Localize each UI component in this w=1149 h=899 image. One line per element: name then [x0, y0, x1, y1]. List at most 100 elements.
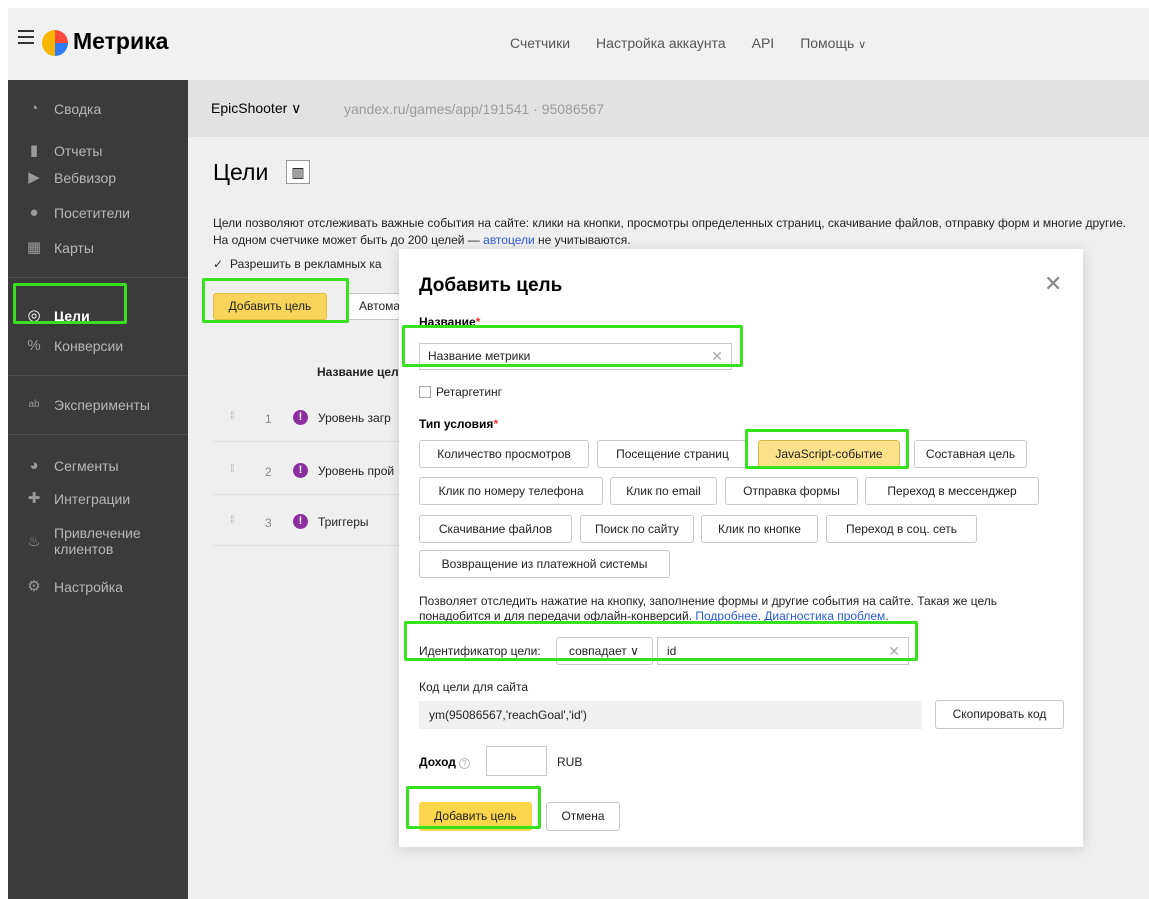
- sidebar-item-label: Отчеты: [54, 143, 103, 159]
- page-description-tail: не учитываются.: [534, 233, 631, 247]
- percent-icon: %: [27, 337, 41, 354]
- puzzle-icon: ✚: [27, 490, 41, 507]
- nav-api[interactable]: API: [752, 35, 775, 51]
- chevron-down-icon: ∨: [858, 39, 867, 51]
- sidebar-item-label-line1: Привлечение: [54, 525, 141, 541]
- drag-handle-icon[interactable]: ⁞⁞: [230, 464, 234, 475]
- sidebar-item-visitors[interactable]: ● Посетители: [8, 201, 188, 225]
- autogoals-link[interactable]: автоцели: [483, 233, 535, 247]
- sidebar-item-label: Эксперименты: [54, 397, 150, 413]
- highlight-js-event: [745, 429, 909, 469]
- sidebar-item-label: Конверсии: [54, 338, 124, 354]
- sidebar-divider: [8, 277, 188, 278]
- dialog-title: Добавить цель: [419, 275, 563, 296]
- condition-description: Позволяет отследить нажатие на кнопку, з…: [419, 594, 998, 623]
- site-code-box[interactable]: ym(95086567,'reachGoal','id'): [419, 701, 922, 729]
- type-pageviews-button[interactable]: Количество просмотров: [419, 440, 589, 468]
- highlight-add-goal-button: [202, 278, 349, 323]
- counter-url: yandex.ru/games/app/191541 · 95086567: [344, 101, 604, 117]
- highlight-identifier-row: [404, 621, 918, 661]
- copy-code-button[interactable]: Скопировать код: [935, 700, 1064, 729]
- close-icon[interactable]: ✕: [1044, 271, 1062, 297]
- row-divider: [213, 441, 413, 442]
- top-bar: Метрика Счетчики Настройка аккаунта API …: [8, 8, 1149, 80]
- menu-icon[interactable]: [18, 30, 34, 48]
- goal-number: 3: [265, 516, 272, 530]
- sidebar-item-conversions[interactable]: % Конверсии: [8, 334, 188, 358]
- table-row[interactable]: ⁞⁞ 2 ! Уровень прой: [213, 460, 413, 484]
- map-icon: ▦: [26, 239, 42, 256]
- sidebar-item-acquisition[interactable]: ♨ Привлечение клиентов: [8, 524, 188, 560]
- currency-label: RUB: [557, 755, 583, 769]
- sidebar-divider: [8, 375, 188, 376]
- sidebar-item-integrations[interactable]: ✚ Интеграции: [8, 487, 188, 511]
- type-payment-return-button[interactable]: Возвращение из платежной системы: [419, 550, 670, 578]
- table-row[interactable]: ⁞⁞ 3 ! Триггеры: [213, 511, 413, 535]
- sidebar-item-webvisor[interactable]: ▶ Вебвизор: [8, 166, 188, 190]
- gear-icon: ⚙: [27, 578, 41, 595]
- nav-help[interactable]: Помощь ∨: [800, 35, 866, 51]
- goal-name-column-header[interactable]: Название цел: [317, 365, 399, 379]
- page-description: Цели позволяют отслеживать важные событи…: [213, 215, 1133, 249]
- book-icon[interactable]: ▥: [286, 160, 310, 184]
- logo-text[interactable]: Метрика: [73, 28, 168, 55]
- type-button-click-button[interactable]: Клик по кнопке: [701, 515, 818, 543]
- sidebar-item-label: Привлечение клиентов: [54, 525, 141, 557]
- type-file-download-button[interactable]: Скачивание файлов: [419, 515, 572, 543]
- sidebar-item-label: Посетители: [54, 205, 130, 221]
- sidebar-divider: [8, 434, 188, 435]
- income-label-text: Доход: [419, 755, 456, 769]
- checkbox-box: [419, 386, 431, 398]
- counter-bar: EpicShooter ∨ yandex.ru/games/app/191541…: [188, 80, 1149, 137]
- page-title: Цели: [213, 159, 269, 185]
- goal-name[interactable]: Уровень загр: [318, 411, 391, 425]
- top-nav: Счетчики Настройка аккаунта API Помощь ∨: [510, 35, 892, 51]
- highlight-goals-menu: [13, 283, 127, 324]
- play-icon: ▶: [28, 169, 40, 186]
- help-icon[interactable]: ?: [458, 758, 470, 769]
- condition-type-label: Тип условия*: [419, 417, 498, 431]
- goal-name[interactable]: Триггеры: [318, 515, 369, 529]
- type-site-search-button[interactable]: Поиск по сайту: [580, 515, 694, 543]
- type-phone-click-button[interactable]: Клик по номеру телефона: [419, 477, 603, 505]
- highlight-submit-button: [406, 786, 541, 829]
- type-social-button[interactable]: Переход в соц. сеть: [826, 515, 977, 543]
- pie-icon: ◕: [29, 457, 39, 474]
- sidebar-item-label: Сводка: [54, 101, 102, 117]
- retargeting-checkbox[interactable]: Ретаргетинг: [419, 385, 502, 399]
- sidebar-item-label: Настройка: [54, 579, 123, 595]
- bar-chart-icon: ▮: [29, 142, 39, 159]
- goal-number: 1: [265, 412, 272, 426]
- goal-name[interactable]: Уровень прой: [318, 464, 394, 478]
- sidebar-item-summary[interactable]: ◔ Сводка: [8, 97, 188, 121]
- counter-select[interactable]: EpicShooter ∨: [211, 100, 301, 117]
- type-page-visit-button[interactable]: Посещение страниц: [597, 440, 748, 468]
- income-input[interactable]: [486, 746, 547, 776]
- ab-icon: ab: [28, 399, 40, 410]
- page-description-text: Цели позволяют отслеживать важные событи…: [213, 216, 1127, 247]
- allow-in-ads-checkbox[interactable]: ✓ Разрешить в рекламных ка: [213, 257, 382, 271]
- checkmark-icon: ✓: [213, 257, 224, 271]
- cancel-button[interactable]: Отмена: [546, 802, 620, 831]
- sidebar-item-experiments[interactable]: ab Эксперименты: [8, 393, 188, 417]
- sidebar: ◔ Сводка ▮ Отчеты ▶ Вебвизор ● Посетител…: [8, 80, 188, 899]
- type-form-submit-button[interactable]: Отправка формы: [725, 477, 858, 505]
- type-email-click-button[interactable]: Клик по email: [610, 477, 717, 505]
- flame-icon: ♨: [27, 533, 41, 550]
- sidebar-item-segments[interactable]: ◕ Сегменты: [8, 454, 188, 478]
- type-messenger-button[interactable]: Переход в мессенджер: [865, 477, 1039, 505]
- nav-account-settings[interactable]: Настройка аккаунта: [596, 35, 726, 51]
- row-divider: [213, 494, 413, 495]
- drag-handle-icon[interactable]: ⁞⁞: [230, 515, 234, 526]
- income-label: Доход?: [419, 755, 470, 769]
- row-divider: [213, 545, 413, 546]
- sidebar-item-settings[interactable]: ⚙ Настройка: [8, 575, 188, 599]
- sidebar-item-reports[interactable]: ▮ Отчеты: [8, 139, 188, 163]
- sidebar-item-maps[interactable]: ▦ Карты: [8, 236, 188, 260]
- type-composite-button[interactable]: Составная цель: [914, 440, 1027, 468]
- nav-counters[interactable]: Счетчики: [510, 35, 570, 51]
- gauge-icon: ◔: [29, 100, 39, 117]
- user-icon: ●: [29, 204, 39, 221]
- table-row[interactable]: ⁞⁞ 1 ! Уровень загр: [213, 407, 413, 431]
- drag-handle-icon[interactable]: ⁞⁞: [230, 411, 234, 422]
